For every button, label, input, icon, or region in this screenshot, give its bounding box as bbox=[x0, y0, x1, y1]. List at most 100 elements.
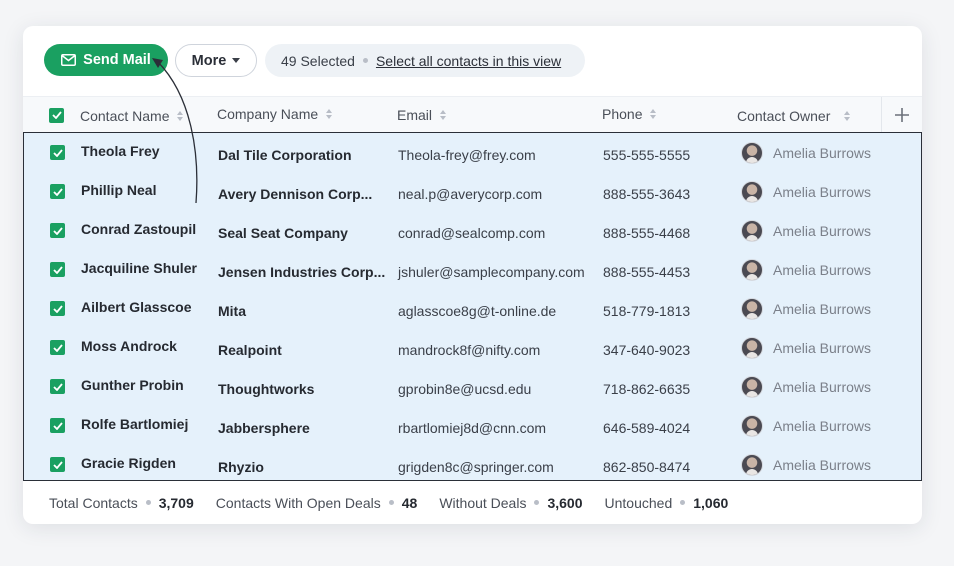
contact-name[interactable]: Moss Androck bbox=[81, 326, 177, 365]
company-name[interactable]: Mita bbox=[218, 291, 246, 330]
company-name[interactable]: Dal Tile Corporation bbox=[218, 135, 352, 174]
caret-down-icon bbox=[232, 58, 241, 63]
email-address[interactable]: jshuler@samplecompany.com bbox=[398, 252, 585, 291]
sort-icon bbox=[440, 110, 447, 120]
column-phone[interactable]: Phone bbox=[602, 96, 657, 132]
select-all-checkbox[interactable] bbox=[49, 107, 64, 123]
phone-number[interactable]: 555-555-5555 bbox=[603, 135, 690, 174]
row-checkbox[interactable] bbox=[50, 418, 65, 433]
check-icon bbox=[52, 304, 63, 313]
company-name[interactable]: Realpoint bbox=[218, 330, 282, 369]
column-contact-owner[interactable]: Contact Owner bbox=[737, 98, 851, 134]
email-address[interactable]: gprobin8e@ucsd.edu bbox=[398, 369, 531, 408]
select-all-link[interactable]: Select all contacts in this view bbox=[376, 53, 561, 69]
company-name[interactable]: Seal Seat Company bbox=[218, 213, 348, 252]
separator-dot bbox=[362, 58, 368, 63]
selection-summary: 49 Selected Select all contacts in this … bbox=[265, 44, 585, 77]
email-address[interactable]: mandrock8f@nifty.com bbox=[398, 330, 540, 369]
send-mail-button[interactable]: Send Mail bbox=[44, 44, 168, 76]
header-select-all bbox=[49, 97, 64, 133]
stat-label: Without Deals bbox=[439, 494, 527, 511]
table-row[interactable]: Phillip Neal Avery Dennison Corp... neal.p… bbox=[24, 172, 921, 211]
sort-icon bbox=[326, 109, 333, 119]
total-contacts-stat: Total Contacts 3,709 bbox=[49, 495, 194, 511]
add-column-button[interactable] bbox=[881, 97, 922, 133]
phone-number[interactable]: 347-640-9023 bbox=[603, 330, 690, 369]
contact-name[interactable]: Conrad Zastoupil bbox=[81, 209, 196, 248]
row-checkbox[interactable] bbox=[50, 379, 65, 394]
mail-icon bbox=[61, 54, 77, 66]
row-checkbox[interactable] bbox=[50, 223, 65, 238]
row-select-cell bbox=[50, 367, 65, 406]
sort-icon bbox=[177, 111, 184, 121]
owner-name: Amelia Burrows bbox=[773, 339, 872, 356]
column-email[interactable]: Email bbox=[397, 97, 447, 133]
row-checkbox[interactable] bbox=[50, 184, 65, 199]
contact-owner[interactable]: Amelia Burrows bbox=[741, 133, 871, 172]
contact-name[interactable]: Phillip Neal bbox=[81, 170, 156, 209]
company-name[interactable]: Avery Dennison Corp... bbox=[218, 174, 372, 213]
check-icon bbox=[52, 460, 63, 469]
phone-number[interactable]: 888-555-3643 bbox=[603, 174, 690, 213]
table-row[interactable]: Rolfe Bartlomiej Jabbersphere rbartlomiej8… bbox=[24, 406, 921, 445]
contact-owner[interactable]: Amelia Burrows bbox=[741, 172, 871, 211]
contact-owner[interactable]: Amelia Burrows bbox=[741, 445, 871, 484]
contact-name[interactable]: Rolfe Bartlomiej bbox=[81, 404, 188, 443]
bulk-action-toolbar: Send Mail More 49 Selected Select all co… bbox=[23, 26, 922, 96]
table-row[interactable]: Moss Androck Realpoint mandrock8f@nifty.co… bbox=[24, 328, 921, 367]
table-header: Contact Name Company Name Email Phone Co… bbox=[23, 96, 922, 134]
table-row[interactable]: Gunther Probin Thoughtworks gprobin8e@ucsd… bbox=[24, 367, 921, 406]
stat-label: Untouched bbox=[604, 494, 673, 511]
row-checkbox[interactable] bbox=[50, 340, 65, 355]
untouched-stat: Untouched 1,060 bbox=[605, 495, 729, 511]
column-company-name[interactable]: Company Name bbox=[217, 96, 333, 132]
column-label: Company Name bbox=[217, 106, 319, 122]
contact-name[interactable]: Theola Frey bbox=[81, 131, 160, 170]
row-select-cell bbox=[50, 250, 65, 289]
row-checkbox[interactable] bbox=[50, 301, 65, 316]
avatar bbox=[741, 375, 763, 398]
phone-number[interactable]: 888-555-4468 bbox=[603, 213, 690, 252]
company-name[interactable]: Thoughtworks bbox=[218, 369, 314, 408]
avatar bbox=[741, 414, 763, 437]
contact-name[interactable]: Jacquiline Shuler bbox=[81, 248, 197, 287]
contact-owner[interactable]: Amelia Burrows bbox=[741, 211, 871, 250]
email-address[interactable]: Theola-frey@frey.com bbox=[398, 135, 536, 174]
contact-owner[interactable]: Amelia Burrows bbox=[741, 406, 871, 445]
contact-name[interactable]: Ailbert Glasscoe bbox=[81, 287, 192, 326]
table-row[interactable]: Ailbert Glasscoe Mita aglasscoe8g@t-online… bbox=[24, 289, 921, 328]
check-icon bbox=[51, 111, 62, 119]
more-button[interactable]: More bbox=[175, 44, 257, 77]
check-icon bbox=[52, 382, 63, 391]
stat-label: Contacts With Open Deals bbox=[215, 494, 381, 511]
column-contact-name[interactable]: Contact Name bbox=[80, 98, 184, 134]
column-label: Phone bbox=[602, 106, 643, 122]
owner-name: Amelia Burrows bbox=[773, 261, 872, 278]
table-row[interactable]: Jacquiline Shuler Jensen Industries Corp.… bbox=[24, 250, 921, 289]
phone-number[interactable]: 646-589-4024 bbox=[603, 408, 690, 447]
table-row[interactable]: Gracie Rigden Rhyzio grigden8c@springer.co… bbox=[24, 445, 921, 484]
send-mail-label: Send Mail bbox=[83, 52, 151, 68]
row-checkbox[interactable] bbox=[50, 145, 65, 160]
table-row[interactable]: Theola Frey Dal Tile Corporation Theola-fr… bbox=[24, 133, 921, 172]
phone-number[interactable]: 718-862-6635 bbox=[603, 369, 690, 408]
contact-owner[interactable]: Amelia Burrows bbox=[741, 367, 871, 406]
phone-number[interactable]: 888-555-4453 bbox=[603, 252, 690, 291]
email-address[interactable]: aglasscoe8g@t-online.de bbox=[398, 291, 556, 330]
contact-name[interactable]: Gracie Rigden bbox=[81, 443, 176, 482]
email-address[interactable]: neal.p@averycorp.com bbox=[398, 174, 542, 213]
column-label: Contact Name bbox=[80, 108, 170, 124]
email-address[interactable]: conrad@sealcomp.com bbox=[398, 213, 545, 252]
contact-name[interactable]: Gunther Probin bbox=[81, 365, 184, 404]
table-row[interactable]: Conrad Zastoupil Seal Seat Company conrad@… bbox=[24, 211, 921, 250]
phone-number[interactable]: 518-779-1813 bbox=[603, 291, 690, 330]
contact-owner[interactable]: Amelia Burrows bbox=[741, 250, 871, 289]
company-name[interactable]: Jabbersphere bbox=[218, 408, 310, 447]
email-address[interactable]: rbartlomiej8d@cnn.com bbox=[398, 408, 546, 447]
contact-owner[interactable]: Amelia Burrows bbox=[741, 328, 871, 367]
more-label: More bbox=[191, 52, 227, 69]
contact-owner[interactable]: Amelia Burrows bbox=[741, 289, 871, 328]
row-checkbox[interactable] bbox=[50, 457, 65, 472]
row-checkbox[interactable] bbox=[50, 262, 65, 277]
company-name[interactable]: Jensen Industries Corp... bbox=[218, 252, 385, 291]
